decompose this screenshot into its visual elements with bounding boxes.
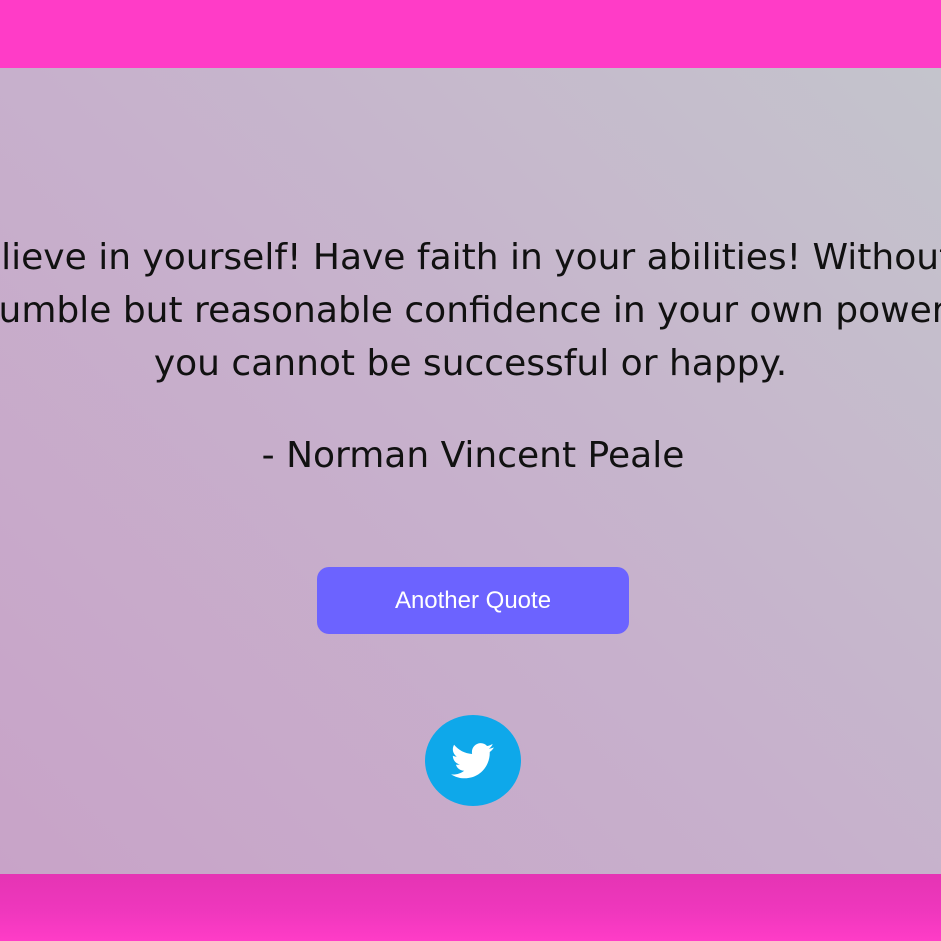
another-quote-button[interactable]: Another Quote (317, 567, 629, 634)
tweet-button[interactable] (425, 715, 521, 806)
quote-text: Believe in yourself! Have faith in your … (0, 237, 941, 384)
bottom-bar (0, 874, 941, 941)
quote-author: - Norman Vincent Peale (261, 435, 685, 476)
top-bar (0, 0, 941, 68)
quote-panel: Believe in yourself! Have faith in your … (0, 68, 941, 874)
twitter-bird-icon (451, 742, 494, 778)
